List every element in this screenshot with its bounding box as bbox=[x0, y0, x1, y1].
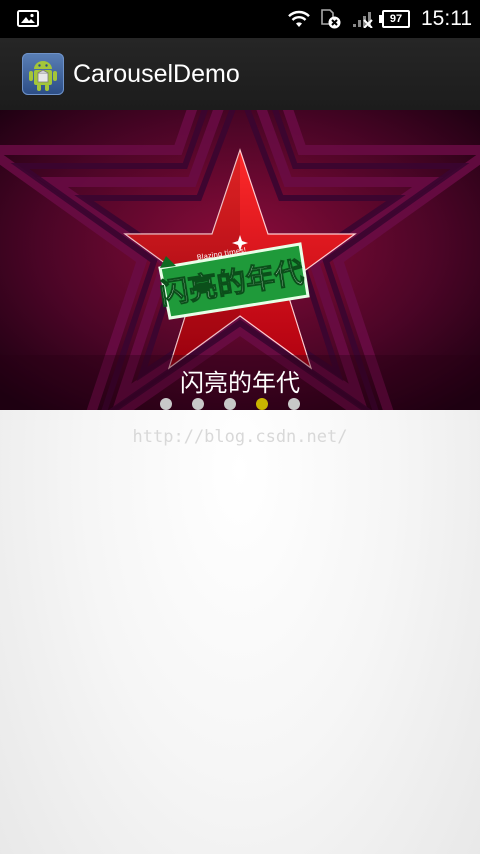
page-dot-1[interactable] bbox=[160, 398, 172, 410]
page-dot-2[interactable] bbox=[192, 398, 204, 410]
slide-caption: 闪亮的年代 bbox=[180, 369, 300, 397]
wifi-icon bbox=[288, 10, 310, 27]
signal-icon bbox=[353, 12, 373, 28]
page-dot-5[interactable] bbox=[288, 398, 300, 410]
status-bar: 97 15:11 bbox=[0, 0, 480, 38]
battery-icon: 97 bbox=[379, 10, 410, 28]
watermark-text: http://blog.csdn.net/ bbox=[132, 427, 348, 447]
image-carousel[interactable]: 闪亮的年代 Blazing times! 闪亮的年代 bbox=[0, 110, 480, 410]
clock: 15:11 bbox=[421, 7, 472, 30]
app-title: CarouselDemo bbox=[73, 60, 240, 88]
action-bar: CarouselDemo bbox=[0, 38, 480, 111]
page-dot-4-active[interactable] bbox=[256, 398, 268, 410]
image-notification-icon bbox=[17, 10, 39, 27]
sim-error-icon bbox=[321, 9, 341, 29]
android-app-icon[interactable] bbox=[22, 53, 64, 95]
page-dot-3[interactable] bbox=[224, 398, 236, 410]
page-indicator bbox=[160, 398, 300, 410]
battery-level: 97 bbox=[389, 13, 403, 25]
